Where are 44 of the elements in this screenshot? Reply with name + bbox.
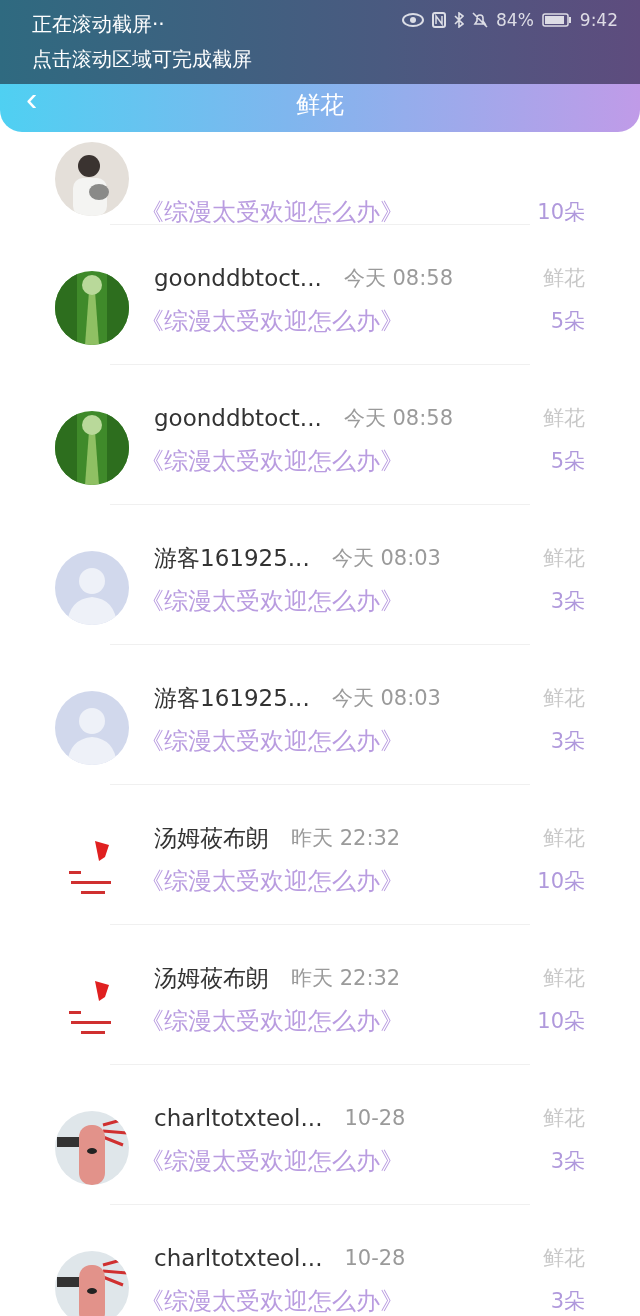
gift-time: 今天 08:58	[343, 405, 453, 432]
user-name: charltotxteol...	[154, 1105, 323, 1131]
gift-time: 昨天 22:32	[291, 965, 401, 992]
toast-title: 正在滚动截屏··	[32, 11, 166, 38]
bell-off-icon	[472, 12, 488, 28]
user-name: goonddbtoct...	[154, 405, 322, 431]
gift-time: 今天 08:58	[343, 265, 453, 292]
flower-count: 3朵	[550, 1148, 585, 1175]
user-name: 汤姆莜布朗	[154, 963, 269, 993]
clock: 9:42	[579, 10, 618, 30]
book-title: 《综漫太受欢迎怎么办》	[140, 726, 404, 757]
flower-count: 10朵	[537, 1008, 585, 1035]
bluetooth-icon	[454, 12, 464, 28]
toast-hint: 点击滚动区域可完成截屏	[32, 46, 252, 73]
book-title: 《综漫太受欢迎怎么办》	[140, 1146, 404, 1177]
flower-count: 3朵	[550, 588, 585, 615]
gift-time: 今天 08:03	[331, 545, 441, 572]
book-title: 《综漫太受欢迎怎么办》	[140, 306, 404, 337]
book-title: 《综漫太受欢迎怎么办》	[140, 1286, 404, 1316]
book-title: 《综漫太受欢迎怎么办》	[140, 196, 404, 228]
gift-time: 10-28	[344, 1246, 406, 1270]
book-title: 《综漫太受欢迎怎么办》	[140, 866, 404, 897]
flower-count: 5朵	[550, 308, 585, 335]
gift-time: 昨天 22:32	[291, 825, 401, 852]
flower-count: 3朵	[550, 1288, 585, 1315]
flower-count: 10朵	[537, 868, 585, 895]
battery-icon	[541, 13, 572, 27]
flower-count: 10朵	[537, 198, 585, 226]
gift-time: 10-28	[344, 1106, 406, 1130]
nfc-icon	[432, 12, 446, 28]
user-name: 汤姆莜布朗	[154, 823, 269, 853]
user-name: 游客161925...	[154, 543, 310, 573]
eye-icon	[402, 13, 424, 27]
book-title: 《综漫太受欢迎怎么办》	[140, 586, 404, 617]
book-title: 《综漫太受欢迎怎么办》	[140, 1006, 404, 1037]
user-name: 游客161925...	[154, 683, 310, 713]
battery-percent: 84%	[496, 10, 534, 30]
gift-time: 今天 08:03	[331, 685, 441, 712]
user-name: goonddbtoct...	[154, 265, 322, 291]
user-name: charltotxteol...	[154, 1245, 323, 1271]
page-title: 鲜花	[296, 90, 344, 121]
book-title: 《综漫太受欢迎怎么办》	[140, 446, 404, 477]
flower-count: 3朵	[550, 728, 585, 755]
flower-count: 5朵	[550, 448, 585, 475]
